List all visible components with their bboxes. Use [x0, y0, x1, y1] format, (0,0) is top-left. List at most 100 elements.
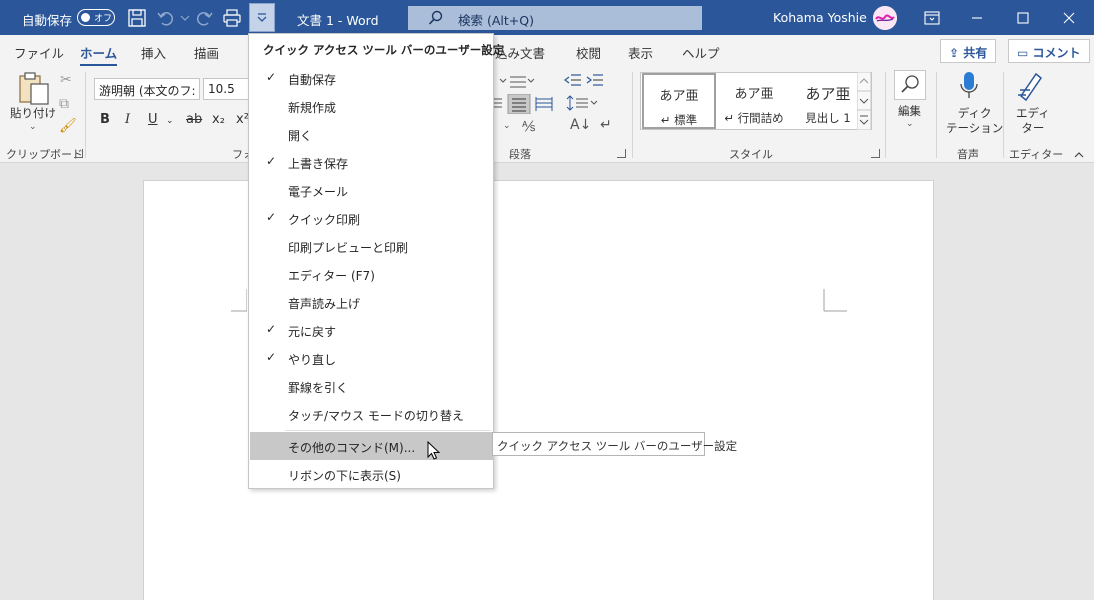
indent-icons[interactable]: [563, 72, 605, 88]
editing-button[interactable]: [894, 70, 926, 100]
menu-item-label: 元に戻す: [288, 325, 337, 339]
user-name[interactable]: Kohama Yoshie: [773, 10, 867, 25]
close-icon[interactable]: [1057, 6, 1081, 30]
menu-item-print-preview[interactable]: 印刷プレビューと印刷: [250, 232, 493, 260]
line-spacing-icon[interactable]: [566, 94, 598, 112]
title-bar: 自動保存 オフ 文書 1 - Word 検索 (Alt+Q) Kohama Yo…: [0, 0, 1094, 35]
document-area: [0, 163, 1094, 600]
avatar[interactable]: [873, 6, 897, 30]
menu-item-redo[interactable]: ✓ やり直し: [250, 344, 493, 372]
font-name-combo[interactable]: 游明朝 (本文のフ:: [94, 78, 200, 100]
style-no-spacing[interactable]: あア亜 ↵ 行間詰め: [717, 73, 791, 129]
bold-button[interactable]: B: [100, 112, 110, 127]
dictate-button[interactable]: ディク テーション: [946, 106, 1003, 136]
paste-dropdown-icon[interactable]: ⌄: [29, 122, 37, 132]
menu-item-editor[interactable]: エディター (F7): [250, 260, 493, 288]
subscript-button[interactable]: x₂: [212, 112, 225, 127]
style-preview: あア亜: [805, 85, 851, 103]
share-button[interactable]: ⇪ 共有: [940, 39, 997, 63]
customize-qat-button[interactable]: [249, 3, 275, 32]
collapse-ribbon-icon[interactable]: [1074, 151, 1084, 159]
menu-item-email[interactable]: 電子メール: [250, 176, 493, 204]
tab-file[interactable]: ファイル: [14, 43, 64, 62]
copy-icon[interactable]: ⧉: [59, 96, 69, 112]
paste-label[interactable]: 貼り付け: [10, 106, 56, 121]
menu-item-draw-table[interactable]: 罫線を引く: [250, 372, 493, 400]
tab-insert[interactable]: 挿入: [141, 43, 166, 62]
microphone-icon[interactable]: [958, 70, 980, 102]
editor-icon[interactable]: [1016, 70, 1046, 102]
check-icon: ✓: [266, 350, 277, 364]
paragraph-launcher[interactable]: [617, 149, 626, 158]
style-preview: あア亜: [734, 87, 774, 102]
editor-button[interactable]: エディ ター: [1016, 106, 1050, 136]
check-icon: ✓: [266, 70, 277, 84]
show-marks-icon[interactable]: ↵: [600, 117, 612, 133]
tab-help[interactable]: ヘルプ: [682, 43, 720, 62]
underline-button[interactable]: U: [148, 112, 158, 127]
comment-button[interactable]: ▭ コメント: [1008, 39, 1090, 63]
group-separator: [1003, 72, 1004, 158]
format-painter-icon[interactable]: 🖌: [59, 118, 77, 134]
strikethrough-button[interactable]: ab: [186, 112, 202, 127]
editing-dropdown-icon[interactable]: ⌄: [906, 119, 914, 129]
tab-view[interactable]: 表示: [628, 43, 653, 62]
numbering-icon[interactable]: [496, 72, 536, 90]
mouse-cursor-icon: [427, 441, 441, 460]
group-separator: [885, 72, 886, 158]
menu-item-more-commands[interactable]: その他のコマンド(M)...: [250, 432, 493, 460]
redo-icon[interactable]: [194, 8, 214, 28]
styles-group-label: スタイル: [729, 148, 773, 161]
menu-item-quick-print[interactable]: ✓ クイック印刷: [250, 204, 493, 232]
undo-icon[interactable]: [156, 8, 176, 28]
clipboard-launcher[interactable]: [74, 149, 83, 158]
font-size-combo[interactable]: 10.5: [203, 78, 249, 100]
editing-label[interactable]: 編集: [898, 104, 921, 119]
menu-header: クイック アクセス ツール バーのユーザー設定: [263, 43, 505, 57]
undo-dropdown-icon[interactable]: [180, 13, 190, 23]
tab-draw[interactable]: 描画: [194, 43, 219, 62]
menu-item-show-below-ribbon[interactable]: リボンの下に表示(S): [250, 460, 493, 488]
autosave-toggle[interactable]: オフ: [77, 9, 115, 26]
style-heading-1[interactable]: あア亜 見出し 1: [791, 73, 865, 129]
editor-label-1: エディ: [1016, 106, 1050, 120]
shading-dropdown-icon[interactable]: ⌄: [503, 121, 511, 131]
cut-icon[interactable]: ✂: [60, 72, 72, 88]
asian-layout-icon[interactable]: ⅍: [522, 118, 535, 135]
underline-dropdown-icon[interactable]: ⌄: [166, 116, 174, 126]
styles-scroll[interactable]: [857, 72, 871, 130]
search-icon: [428, 10, 443, 25]
tab-home[interactable]: ホーム: [80, 43, 118, 67]
styles-launcher[interactable]: [871, 149, 880, 158]
quick-print-icon[interactable]: [222, 8, 242, 28]
find-icon: [901, 75, 919, 93]
menu-item-label: 上書き保存: [288, 157, 349, 171]
menu-item-save[interactable]: ✓ 上書き保存: [250, 148, 493, 176]
style-name: ↵ 標準: [660, 113, 698, 127]
menu-item-new[interactable]: 新規作成: [250, 92, 493, 120]
menu-item-autosave[interactable]: ✓ 自動保存: [250, 64, 493, 92]
italic-button[interactable]: I: [125, 112, 130, 127]
menu-item-read-aloud[interactable]: 音声読み上げ: [250, 288, 493, 316]
save-icon[interactable]: [127, 8, 147, 28]
ribbon-display-options-icon[interactable]: [920, 6, 944, 30]
share-icon: ⇪: [949, 46, 964, 60]
avatar-image-icon: [873, 6, 897, 30]
search-box[interactable]: 検索 (Alt+Q): [408, 6, 702, 30]
document-title: 文書 1 - Word: [297, 13, 379, 28]
menu-item-undo[interactable]: ✓ 元に戻す: [250, 316, 493, 344]
menu-item-label: その他のコマンド(M)...: [288, 441, 416, 455]
style-name: ↵ 行間詰め: [724, 111, 784, 125]
sort-icon[interactable]: A↓: [570, 117, 591, 133]
maximize-icon[interactable]: [1011, 6, 1035, 30]
clipboard-group-label: クリップボード: [6, 148, 83, 161]
paste-icon[interactable]: [17, 72, 51, 106]
tab-review[interactable]: 校閲: [576, 43, 601, 62]
menu-item-open[interactable]: 開く: [250, 120, 493, 148]
superscript-button[interactable]: x²: [236, 112, 249, 127]
alignment-icons[interactable]: [494, 94, 554, 114]
menu-item-touch-mode[interactable]: タッチ/マウス モードの切り替え: [250, 400, 493, 428]
minimize-icon[interactable]: [965, 6, 989, 30]
style-normal[interactable]: あア亜 ↵ 標準: [642, 73, 716, 129]
dictate-label-1: ディク: [957, 106, 992, 120]
